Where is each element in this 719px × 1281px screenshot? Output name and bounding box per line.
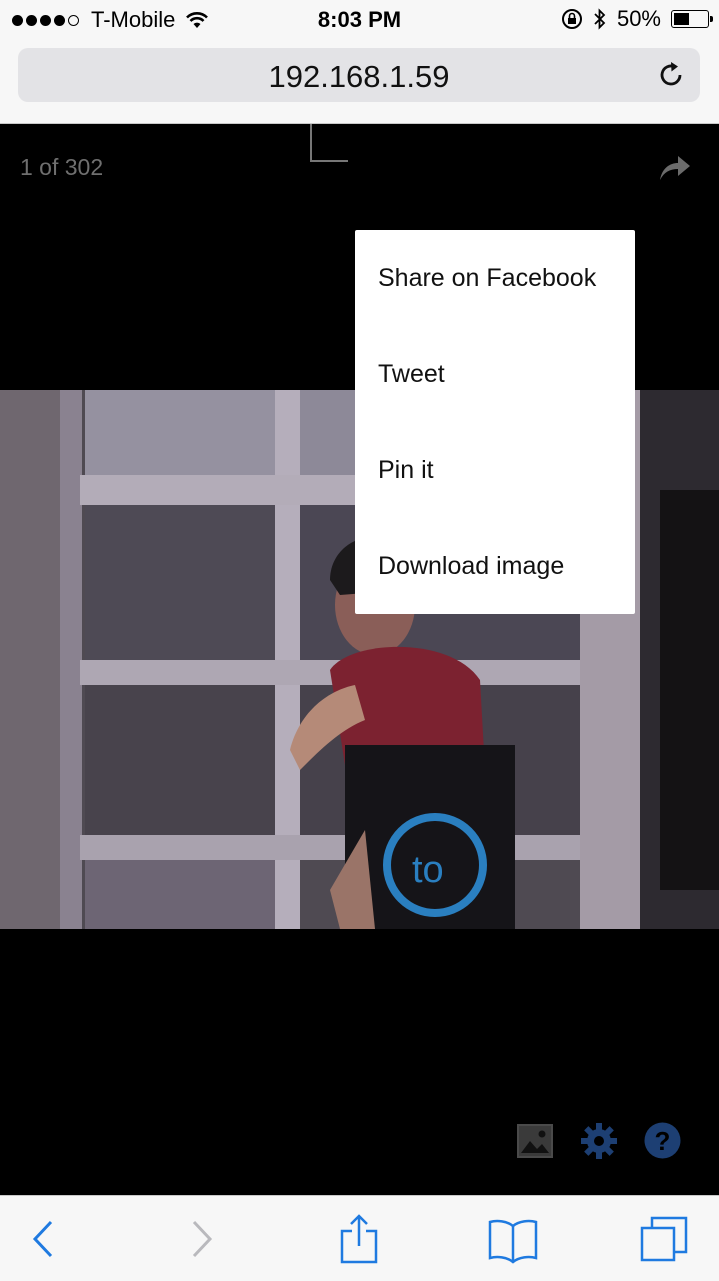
download-image-item[interactable]: Download image (355, 518, 635, 614)
bluetooth-icon (594, 8, 606, 30)
gear-icon[interactable] (580, 1122, 618, 1160)
pin-it-item[interactable]: Pin it (355, 422, 635, 518)
battery-icon (671, 10, 713, 28)
svg-text:?: ? (655, 1126, 671, 1156)
reload-icon[interactable] (656, 60, 686, 90)
browser-toolbar (0, 1195, 719, 1281)
image-icon[interactable] (517, 1124, 553, 1158)
book-icon[interactable] (487, 1214, 539, 1264)
question-mark-icon[interactable]: ? (644, 1122, 681, 1159)
tabs-icon[interactable] (638, 1214, 690, 1264)
status-right: 50% (561, 6, 713, 32)
tweet-item[interactable]: Tweet (355, 326, 635, 422)
image-counter: 1 of 302 (20, 154, 104, 180)
share-menu: Share on Facebook Tweet Pin it Download … (355, 230, 635, 614)
chevron-left-icon[interactable] (17, 1214, 69, 1264)
share-arrow-icon[interactable] (658, 152, 692, 182)
chevron-right-icon[interactable] (176, 1214, 228, 1264)
share-box-icon[interactable] (333, 1214, 385, 1264)
address-text[interactable]: 192.168.1.59 (18, 59, 700, 95)
bag-logo-text: to (412, 849, 444, 891)
share-facebook-item[interactable]: Share on Facebook (355, 230, 635, 326)
address-field[interactable]: 192.168.1.59 (18, 48, 700, 102)
address-bar-area: 192.168.1.59 (0, 40, 719, 124)
rotation-lock-icon (561, 9, 582, 29)
corner-marker (310, 124, 348, 162)
status-bar: T-Mobile 8:03 PM 50% (0, 0, 719, 40)
battery-percent: 50% (616, 6, 661, 31)
